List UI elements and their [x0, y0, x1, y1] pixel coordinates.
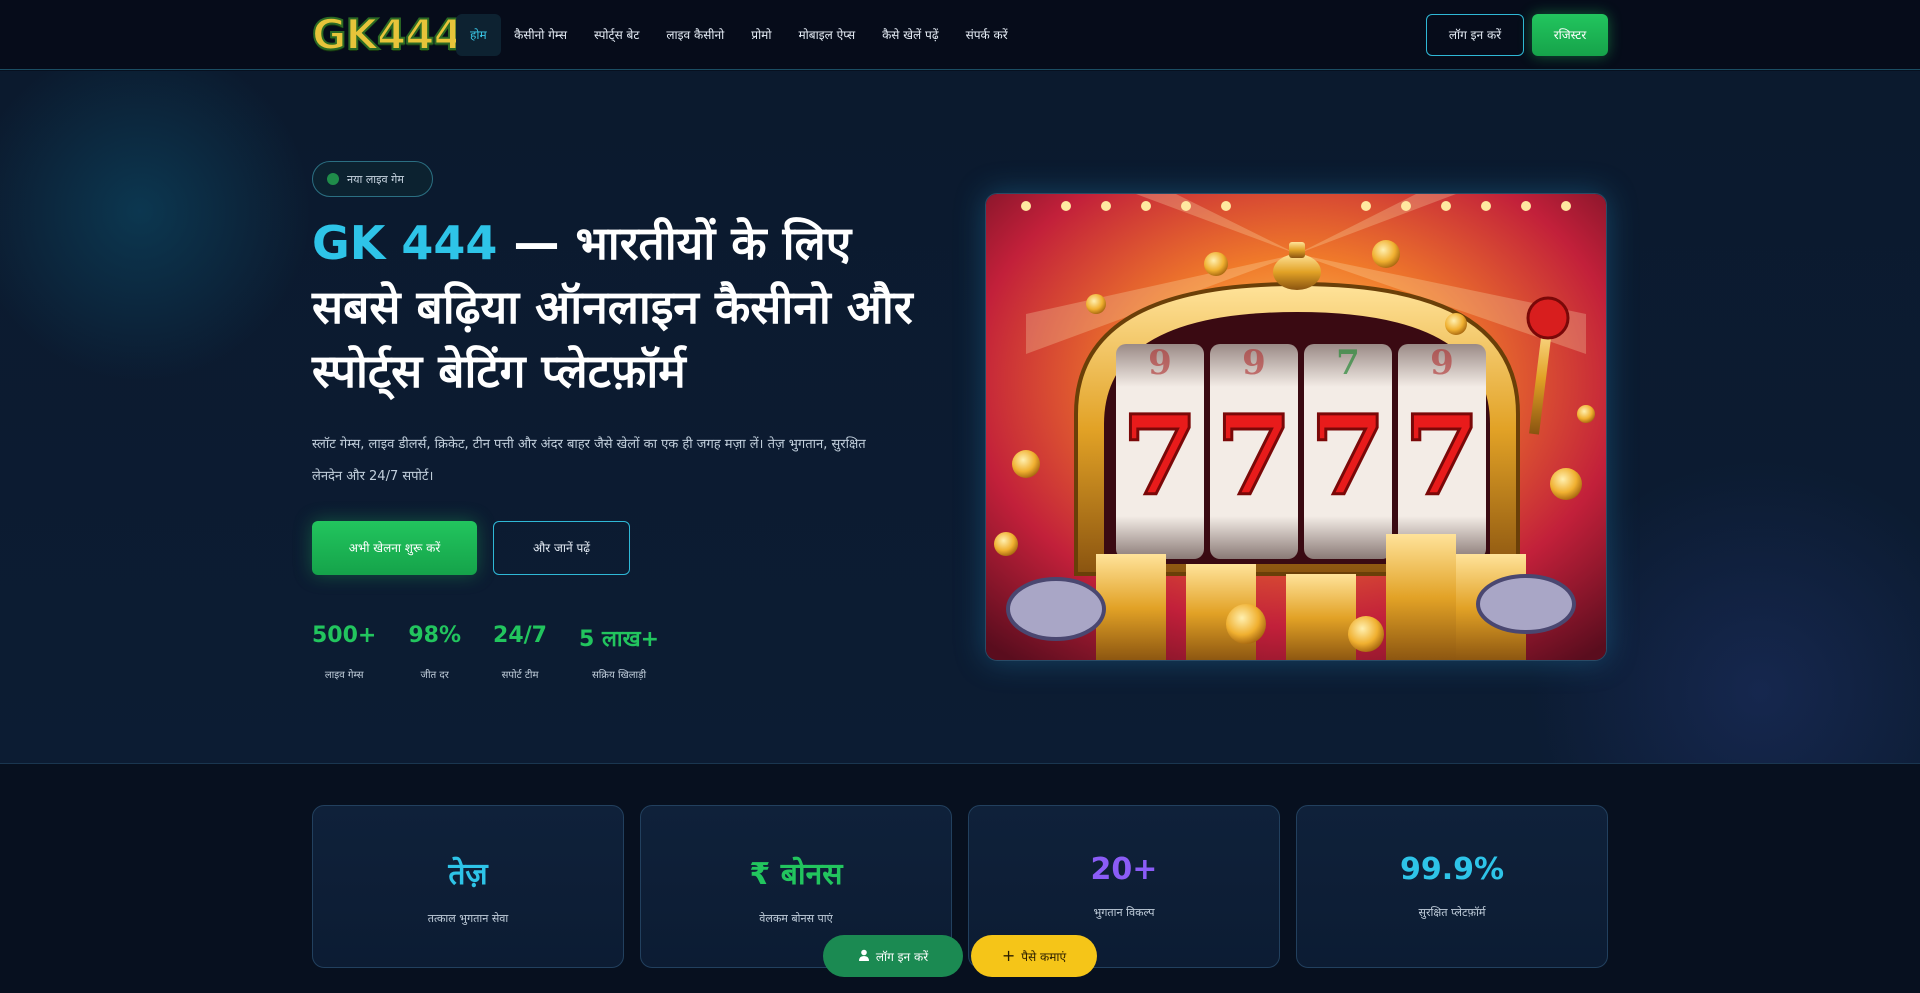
- stat-value: 500+: [312, 623, 377, 648]
- feature-card-label: वेलकम बोनस पाएं: [759, 912, 833, 925]
- nav-links: होम कैसीनो गेम्स स्पोर्ट्स बेट लाइव कैसी…: [456, 14, 1021, 56]
- stat-label: सक्रिय खिलाड़ी: [591, 670, 647, 681]
- svg-text:9: 9: [1242, 343, 1266, 383]
- start-playing-button[interactable]: अभी खेलना शुरू करें: [312, 521, 477, 575]
- hero-section: नया लाइव गेम GK 444 — भारतीयों के लिए सब…: [0, 71, 1920, 764]
- nav-item-casino-games[interactable]: कैसीनो गेम्स: [501, 14, 581, 56]
- register-button[interactable]: रजिस्टर: [1532, 14, 1608, 56]
- stat-live-games: 500+ लाइव गेम्स: [312, 623, 376, 681]
- floating-earn-label: पैसे कमाएं: [1021, 949, 1067, 964]
- hero-title-brand: GK 444: [312, 216, 498, 270]
- nav-item-promo[interactable]: प्रोमो: [738, 14, 785, 56]
- slot-machine-icon: 9 9 7 9 7 7 7 7: [986, 194, 1606, 660]
- login-button[interactable]: लॉग इन करें: [1426, 14, 1524, 56]
- stat-label: जीत दर: [420, 670, 449, 681]
- svg-text:7: 7: [1122, 391, 1199, 520]
- feature-card-label: सुरक्षित प्लेटफ़ॉर्म: [1418, 906, 1486, 919]
- feature-card-label: भुगतान विकल्प: [1093, 906, 1155, 919]
- top-navbar: GK444 होम कैसीनो गेम्स स्पोर्ट्स बेट लाइ…: [0, 0, 1920, 70]
- feature-card-label: तत्काल भुगतान सेवा: [427, 912, 509, 925]
- svg-text:9: 9: [1430, 343, 1454, 383]
- site-logo[interactable]: GK444: [311, 11, 464, 59]
- stat-label: लाइव गेम्स: [324, 670, 364, 681]
- feature-card-value: 99.9%: [1399, 852, 1505, 887]
- nav-item-contact[interactable]: संपर्क करें: [952, 14, 1021, 56]
- stat-value: 5 लाख+: [579, 627, 660, 652]
- floating-earn-button[interactable]: + पैसे कमाएं: [971, 935, 1097, 977]
- nav-item-sports-bet[interactable]: स्पोर्ट्स बेट: [580, 14, 652, 56]
- nav-item-live-casino[interactable]: लाइव कैसीनो: [653, 14, 738, 56]
- svg-text:7: 7: [1216, 391, 1293, 520]
- stat-label: सपोर्ट टीम: [501, 670, 539, 681]
- learn-more-button[interactable]: और जानें पढ़ें: [493, 521, 630, 575]
- feature-cards: तेज़ तत्काल भुगतान सेवा ₹ बोनस वेलकम बोन…: [312, 805, 1608, 968]
- feature-card-value: 20+: [1090, 852, 1158, 887]
- svg-text:7: 7: [1404, 391, 1481, 520]
- feature-card-secure-platform: 99.9% सुरक्षित प्लेटफ़ॉर्म: [1296, 805, 1608, 968]
- hero-stats: 500+ लाइव गेम्स 98% जीत दर 24/7 सपोर्ट ट…: [312, 623, 691, 681]
- stat-win-rate: 98% जीत दर: [408, 623, 461, 681]
- nav-item-how-to-play[interactable]: कैसे खेलें पढ़ें: [869, 14, 952, 56]
- floating-login-label: लॉग इन करें: [875, 949, 929, 964]
- feature-card-fast-payment: तेज़ तत्काल भुगतान सेवा: [312, 805, 624, 968]
- feature-card-value: ₹ बोनस: [749, 857, 843, 892]
- svg-text:7: 7: [1310, 391, 1387, 520]
- stat-value: 24/7: [493, 623, 547, 648]
- stat-value: 98%: [408, 623, 462, 648]
- user-icon: [858, 949, 870, 964]
- live-badge: नया लाइव गेम: [312, 161, 433, 197]
- status-dot-icon: [327, 173, 339, 185]
- floating-login-button[interactable]: लॉग इन करें: [823, 935, 963, 977]
- feature-card-value: तेज़: [448, 857, 488, 892]
- nav-item-home[interactable]: होम: [456, 14, 501, 56]
- stat-active-players: 5 लाख+ सक्रिय खिलाड़ी: [579, 623, 659, 681]
- svg-text:9: 9: [1148, 343, 1172, 383]
- slot-machine-illustration: 9 9 7 9 7 7 7 7: [985, 193, 1607, 661]
- nav-item-mobile-apps[interactable]: मोबाइल ऐप्स: [785, 14, 869, 56]
- plus-icon: +: [1001, 946, 1016, 965]
- svg-text:7: 7: [1336, 343, 1360, 383]
- live-badge-label: नया लाइव गेम: [347, 172, 404, 186]
- hero-description: स्लॉट गेम्स, लाइव डीलर्स, क्रिकेट, टीन प…: [312, 437, 866, 484]
- stat-support: 24/7 सपोर्ट टीम: [493, 623, 547, 681]
- hero-title: GK 444 — भारतीयों के लिए सबसे बढ़िया ऑनल…: [312, 211, 932, 403]
